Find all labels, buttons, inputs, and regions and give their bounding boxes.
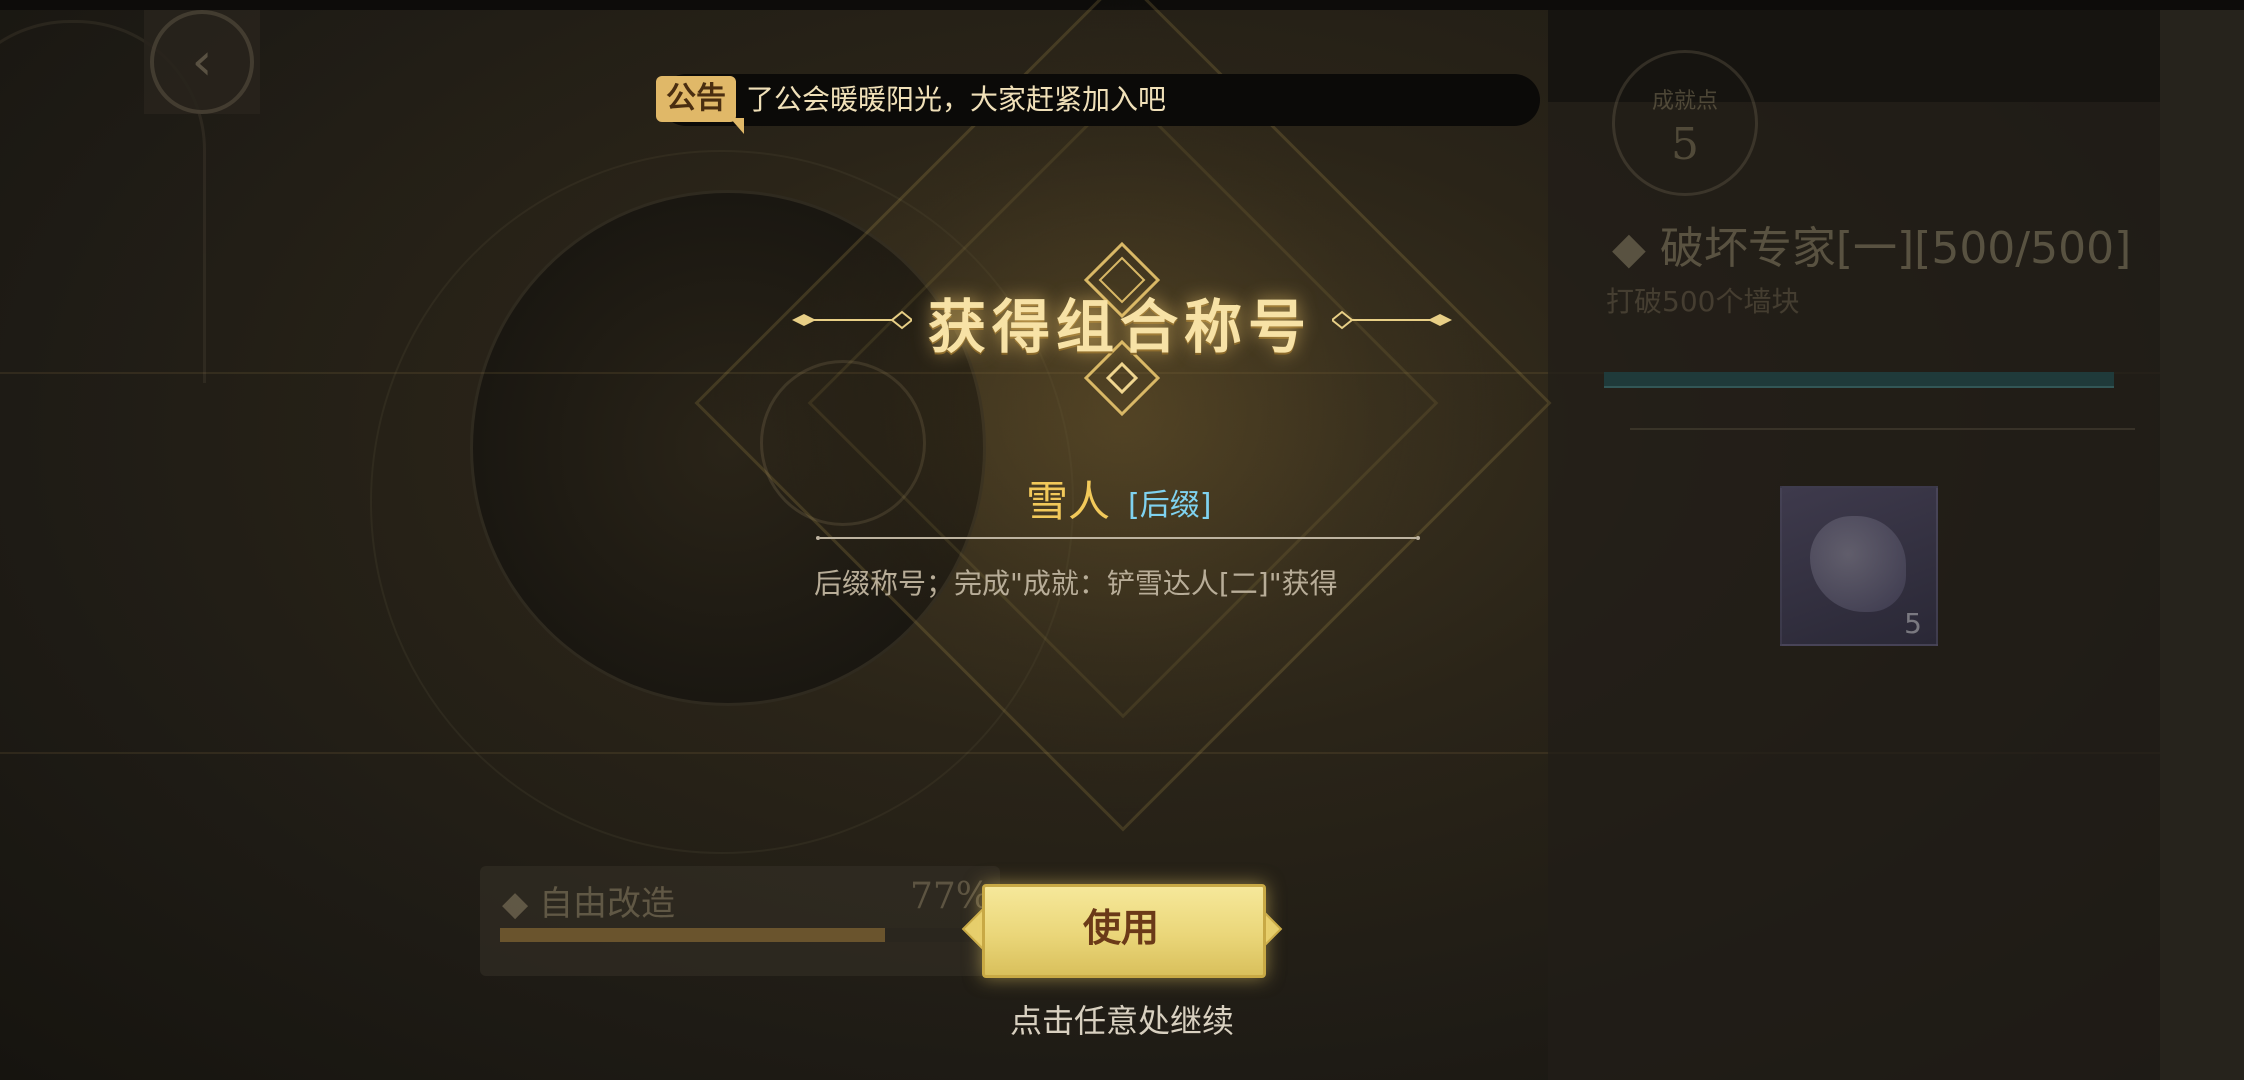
free-mod-progress-fill [500,928,885,942]
scroll-icon [1810,516,1906,612]
achievement-divider [1630,428,2135,430]
left-ornament-icon [792,310,912,330]
right-edge [2160,10,2244,1080]
use-button-label: 使用 [1082,906,1159,950]
free-mod-title: ◆ 自由改造 [502,884,675,924]
reward-count: 5 [1904,607,1922,640]
use-button[interactable]: 使用 [961,884,1283,978]
free-mod-progress-bar [500,928,1000,942]
game-screen[interactable]: ‹ 成就点 5 ◆ 破坏专家[一][500/500] 打破500个墙块 5 ◆ … [0,0,2244,1080]
modal-heading: 获得组合称号 [927,293,1312,361]
reward-item[interactable]: 5 [1780,486,1938,646]
achievement-description: 打破500个墙块 [1606,285,1800,318]
points-value: 5 [1671,119,1699,170]
points-label: 成就点 [1651,89,1718,114]
back-arrow-icon: ‹ [150,10,254,114]
title-description: 后缀称号；完成"成就：铲雪达人[二]"获得 [814,567,1338,600]
continue-hint: 点击任意处继续 [1009,1002,1234,1040]
back-button[interactable]: ‹ [144,10,260,114]
title-divider [816,536,1420,540]
title-tag: [后缀] [1128,488,1212,523]
achievement-progress-bar [1604,372,2114,388]
title-name: 雪人 [1026,477,1111,526]
achievement-title: ◆ 破坏专家[一][500/500] [1612,223,2132,274]
announcement-tag: 公告 [656,76,744,134]
right-ornament-icon [1332,310,1452,330]
achievement-points-badge: 成就点 5 [1612,50,1758,196]
announcement-text: 了公会暖暖阳光，大家赶紧加入吧 [746,83,1167,116]
